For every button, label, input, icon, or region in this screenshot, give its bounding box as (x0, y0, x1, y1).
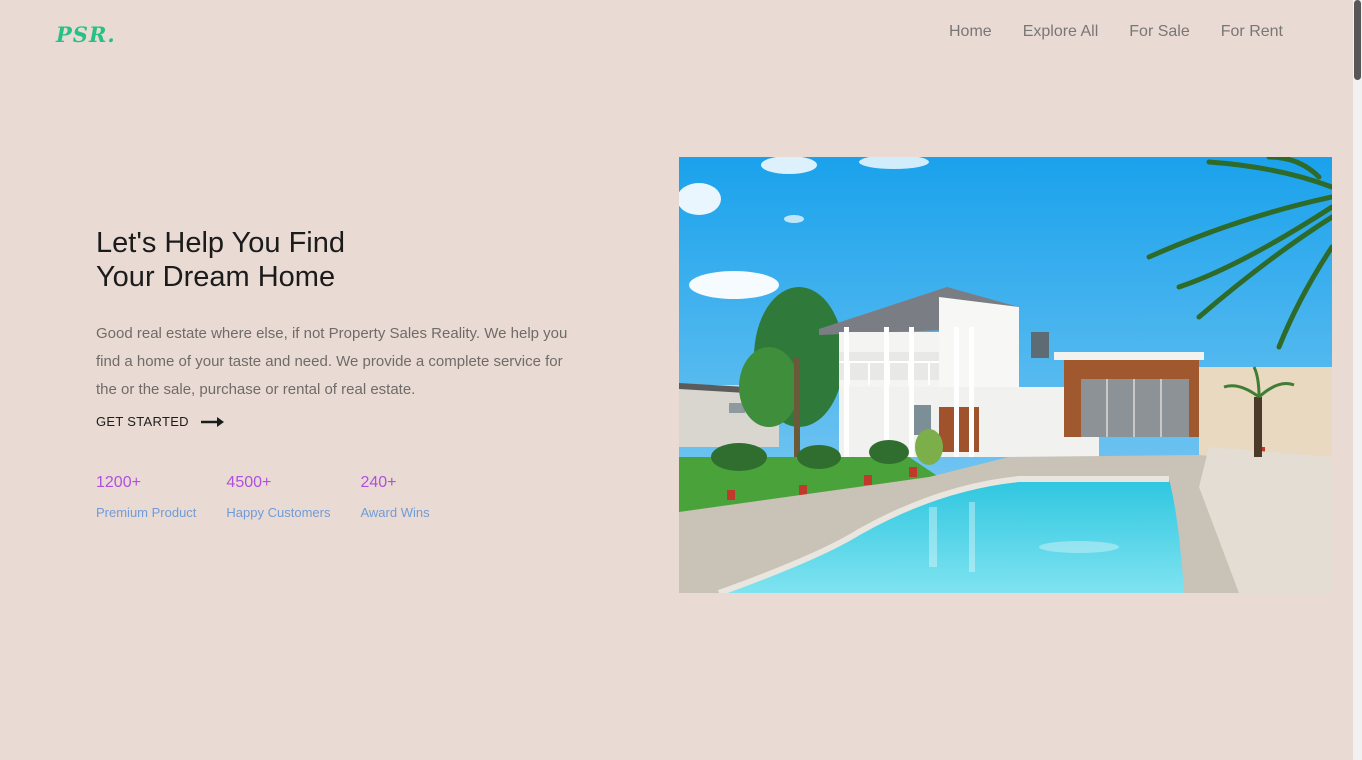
stat-award-wins: 240+ Award Wins (360, 473, 429, 520)
scrollbar[interactable] (1353, 0, 1362, 760)
scrollbar-thumb[interactable] (1354, 0, 1361, 80)
hero-description: Good real estate where else, if not Prop… (96, 325, 568, 398)
stat-value: 1200+ (96, 474, 141, 491)
nav-home[interactable]: Home (949, 23, 992, 41)
hero-house-image (679, 157, 1332, 593)
stat-happy-customers: 4500+ Happy Customers (226, 473, 330, 520)
nav-for-rent[interactable]: For Rent (1221, 23, 1283, 41)
arrow-right-icon (200, 416, 224, 427)
hero-title: Let's Help You Find Your Dream Home (96, 226, 516, 294)
get-started-label: GET STARTED (96, 414, 189, 429)
stat-premium-product: 1200+ Premium Product (96, 473, 196, 520)
stat-label: Award Wins (360, 505, 430, 520)
stat-label: Happy Customers (226, 505, 331, 520)
stats: 1200+ Premium Product 4500+ Happy Custom… (96, 473, 460, 520)
stat-label: Premium Product (96, 505, 197, 520)
page: PSR. Home Explore All For Sale For Rent … (0, 0, 1362, 760)
hero-title-line-2: Your Dream Home (96, 261, 336, 293)
logo[interactable]: PSR. (56, 22, 116, 47)
get-started-button[interactable]: GET STARTED (96, 414, 225, 429)
nav-explore-all[interactable]: Explore All (1023, 23, 1099, 41)
stat-value: 240+ (360, 474, 397, 491)
stat-value: 4500+ (226, 474, 272, 491)
hero-title-line-1: Let's Help You Find (96, 227, 345, 259)
house-illustration (679, 157, 1332, 593)
nav-for-sale[interactable]: For Sale (1129, 23, 1189, 41)
main-nav: Home Explore All For Sale For Rent (949, 23, 1283, 41)
